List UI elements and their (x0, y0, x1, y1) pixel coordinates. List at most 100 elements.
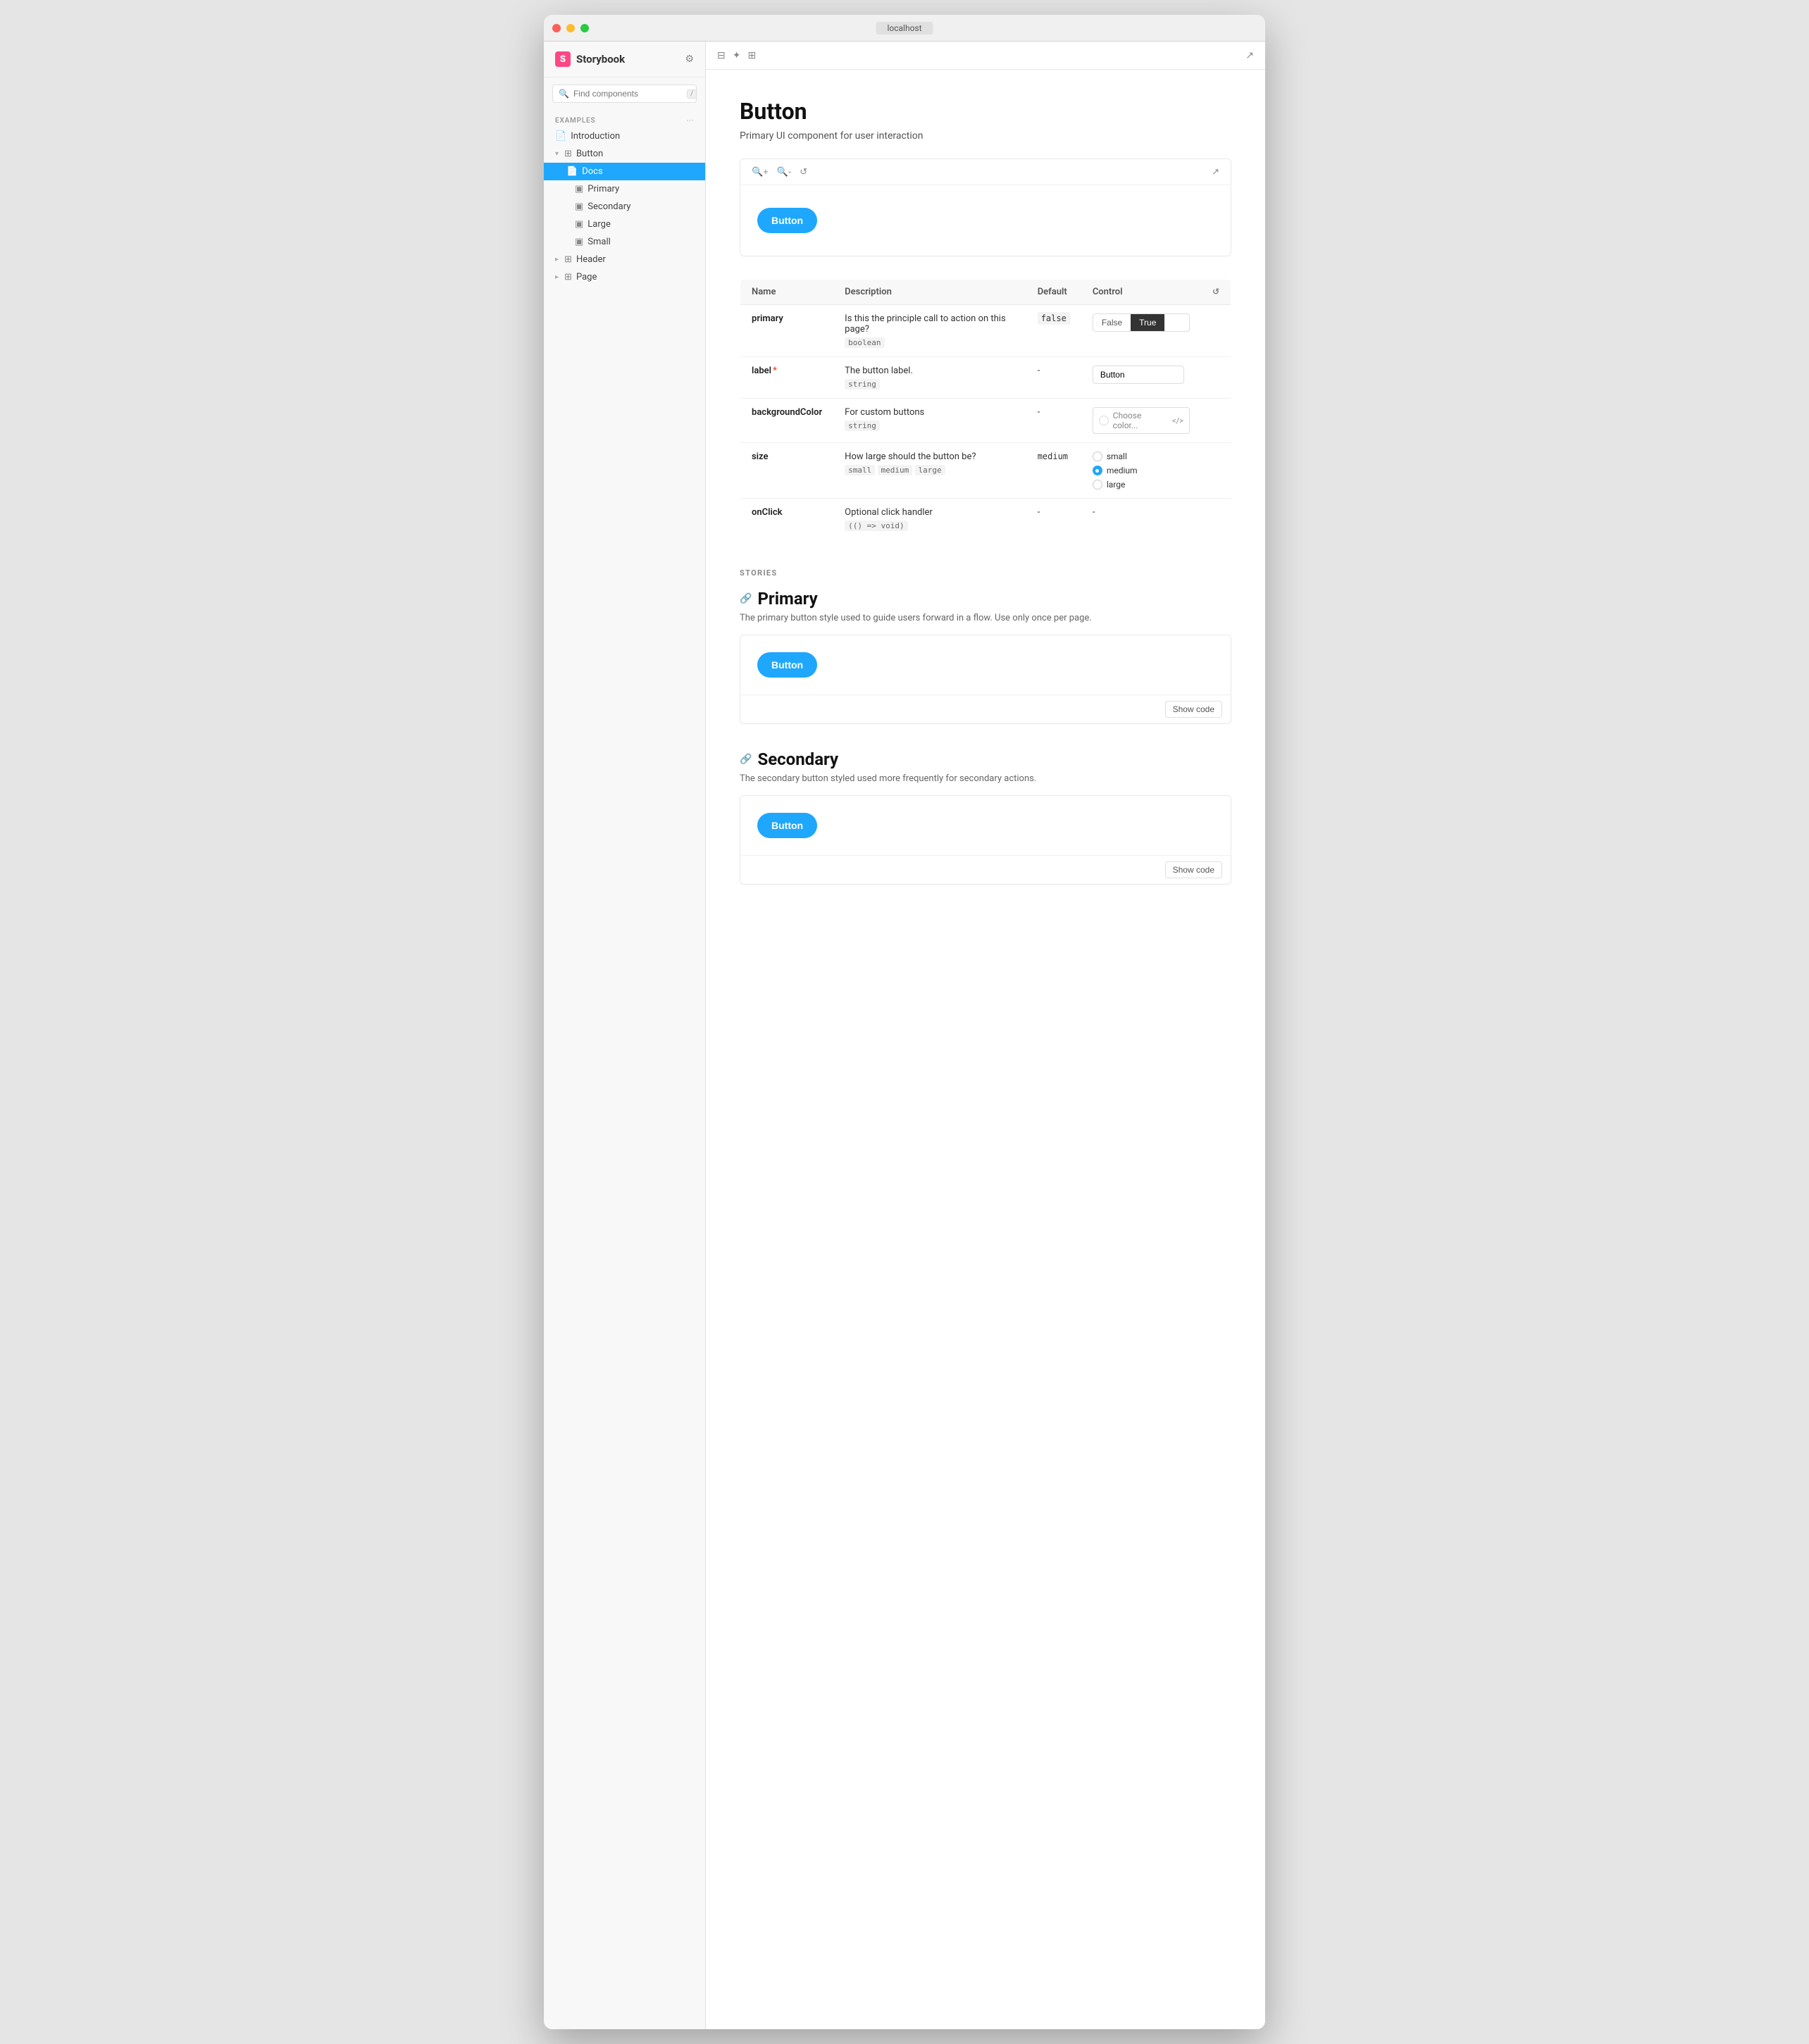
radio-label-large: large (1107, 480, 1126, 490)
docs-icon: 📄 (566, 166, 578, 177)
chevron-right-icon-page: ▸ (555, 273, 559, 281)
toolbar-left: ⊟ ✦ ⊞ (717, 50, 756, 61)
radio-small[interactable]: small (1093, 451, 1190, 461)
close-dot[interactable] (552, 24, 561, 32)
sidebar-item-introduction-label: Introduction (571, 131, 620, 142)
zoom-out-button[interactable]: 🔍- (774, 165, 795, 179)
show-code-secondary-button[interactable]: Show code (1165, 861, 1222, 878)
preview-toolbar: 🔍+ 🔍- ↺ ↗ (740, 159, 1231, 185)
component-icon: ⊞ (564, 149, 572, 159)
story-primary: 🔗 Primary The primary button style used … (740, 589, 1231, 724)
radio-label-small: small (1107, 451, 1127, 461)
size-radio-group: small medium large (1093, 451, 1190, 490)
link-icon-primary[interactable]: 🔗 (740, 593, 752, 604)
toggle-true-button[interactable]: True (1131, 314, 1164, 331)
radio-medium[interactable]: medium (1093, 466, 1190, 475)
radio-label-medium: medium (1107, 466, 1138, 475)
addons-icon[interactable]: ✦ (733, 50, 741, 61)
arg-control-onclick: - (1093, 507, 1095, 518)
zoom-reset-button[interactable]: ↺ (797, 165, 810, 179)
story-primary-preview-box: Button Show code (740, 635, 1231, 724)
story-icon-large: ▣ (575, 219, 583, 230)
label-input[interactable] (1093, 366, 1184, 384)
story-primary-button[interactable]: Button (757, 652, 817, 678)
radio-dot-small (1093, 451, 1102, 461)
story-secondary-preview-box: Button Show code (740, 795, 1231, 885)
required-marker: * (773, 366, 777, 376)
arg-default-size: medium (1038, 451, 1068, 461)
toggle-false-button[interactable]: False (1093, 314, 1131, 331)
open-external-button[interactable]: ↗ (1209, 165, 1222, 179)
show-code-primary-button[interactable]: Show code (1165, 701, 1222, 718)
preview-button[interactable]: Button (757, 208, 817, 233)
search-shortcut: / (687, 89, 697, 99)
arg-type-bgcolor: string (845, 420, 880, 431)
reset-all-icon[interactable]: ↺ (1212, 287, 1219, 297)
main-toolbar: ⊟ ✦ ⊞ ↗ (706, 42, 1265, 70)
story-secondary-title: 🔗 Secondary (740, 749, 1231, 769)
url-bar[interactable]: localhost (876, 22, 933, 35)
story-secondary-button[interactable]: Button (757, 813, 817, 838)
arg-default-primary: false (1038, 312, 1070, 325)
app-layout: S Storybook ⚙ 🔍 / EXAMPLES ⋯ 📄 Introduct… (544, 42, 1265, 2029)
arg-desc-bgcolor: For custom buttons (845, 407, 924, 418)
table-row: size How large should the button be? sma… (740, 443, 1231, 499)
main-panel: ⊟ ✦ ⊞ ↗ Button Primary UI component for … (706, 42, 1265, 2029)
arg-desc-primary: Is this the principle call to action on … (845, 313, 1006, 335)
col-control: Control (1081, 280, 1201, 305)
stories-label: STORIES (740, 568, 1231, 578)
maximize-dot[interactable] (580, 24, 589, 32)
sidebar-item-button[interactable]: ▾ ⊞ Button (544, 145, 705, 163)
minimize-dot[interactable] (566, 24, 575, 32)
main-content: Button Primary UI component for user int… (706, 70, 1265, 2029)
radio-large[interactable]: large (1093, 480, 1190, 490)
stories-section: STORIES 🔗 Primary The primary button sty… (740, 568, 1231, 885)
page-subtitle: Primary UI component for user interactio… (740, 130, 1231, 142)
sidebar-item-large-label: Large (588, 219, 611, 230)
toggle-primary[interactable]: False True (1093, 313, 1190, 332)
preview-area: Button (740, 185, 1231, 256)
sidebar-item-button-large[interactable]: ▣ Large (544, 216, 705, 233)
sidebar-item-button-secondary[interactable]: ▣ Secondary (544, 198, 705, 216)
story-secondary: 🔗 Secondary The secondary button styled … (740, 749, 1231, 885)
search-box[interactable]: 🔍 / (552, 85, 697, 103)
arg-type-primary: boolean (845, 337, 884, 348)
external-link-icon[interactable]: ↗ (1245, 50, 1254, 61)
chevron-down-icon: ▾ (555, 150, 559, 158)
sidebar-toggle-icon[interactable]: ⊟ (717, 50, 726, 61)
story-primary-title: 🔗 Primary (740, 589, 1231, 609)
table-row: label* The button label. string - (740, 357, 1231, 399)
link-icon-secondary[interactable]: 🔗 (740, 754, 752, 765)
section-icon: ⋯ (686, 117, 694, 125)
col-default: Default (1026, 280, 1081, 305)
sidebar-item-button-primary[interactable]: ▣ Primary (544, 180, 705, 198)
arg-default-onclick: - (1038, 507, 1040, 518)
color-swatch (1099, 416, 1109, 425)
sidebar: S Storybook ⚙ 🔍 / EXAMPLES ⋯ 📄 Introduct… (544, 42, 706, 2029)
page-title: Button (740, 98, 1231, 125)
sidebar-header: S Storybook ⚙ (544, 42, 705, 77)
story-primary-preview-area: Button (740, 635, 1231, 694)
table-row: backgroundColor For custom buttons strin… (740, 399, 1231, 443)
sidebar-item-primary-label: Primary (588, 184, 619, 194)
radio-dot-large (1093, 480, 1102, 490)
sidebar-item-button-small[interactable]: ▣ Small (544, 233, 705, 251)
header-component-icon: ⊞ (564, 254, 572, 265)
arg-name-size: size (752, 451, 769, 462)
story-icon-small: ▣ (575, 237, 583, 247)
preview-toolbar-left: 🔍+ 🔍- ↺ (749, 165, 810, 179)
sidebar-item-button-docs[interactable]: 📄 Docs (544, 163, 705, 180)
sidebar-item-docs-label: Docs (582, 166, 602, 177)
sidebar-item-introduction[interactable]: 📄 Introduction (544, 127, 705, 145)
code-icon[interactable]: </> (1172, 416, 1183, 425)
sidebar-item-page[interactable]: ▸ ⊞ Page (544, 268, 705, 286)
search-input[interactable] (573, 89, 683, 99)
app-name: Storybook (576, 53, 625, 66)
sidebar-item-header[interactable]: ▸ ⊞ Header (544, 251, 705, 268)
fullscreen-icon[interactable]: ⊞ (747, 50, 756, 61)
gear-icon[interactable]: ⚙ (685, 54, 694, 65)
zoom-in-button[interactable]: 🔍+ (749, 165, 771, 179)
sidebar-item-page-label: Page (576, 272, 597, 282)
color-control[interactable]: Choose color... </> (1093, 407, 1190, 434)
story-secondary-show-code-bar: Show code (740, 855, 1231, 884)
